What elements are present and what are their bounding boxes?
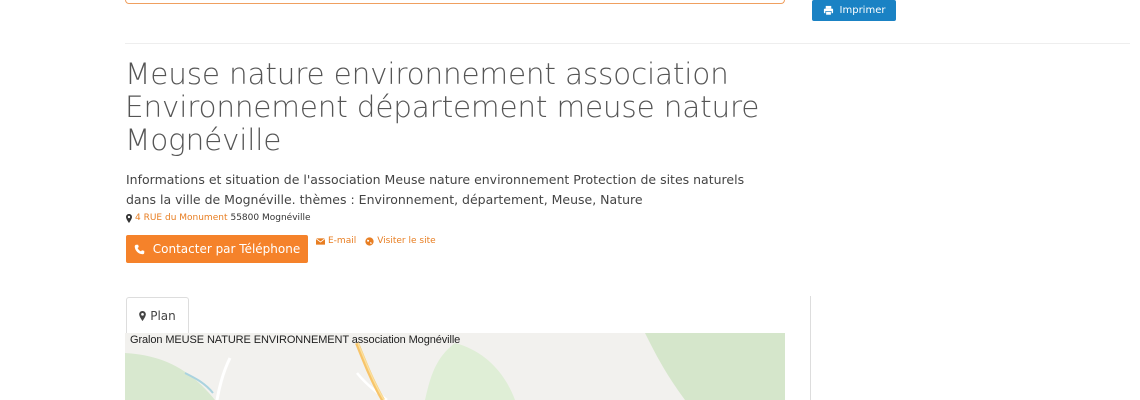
page-title: Meuse nature environnement association E… (125, 58, 825, 157)
address: 4 RUE du Monument 55800 Mognéville (126, 213, 311, 223)
divider (125, 43, 1130, 44)
map-view[interactable]: Gralon MEUSE NATURE ENVIRONNEMENT associ… (125, 333, 785, 400)
map-marker-icon (126, 213, 132, 223)
tab-plan-label: Plan (150, 309, 176, 323)
website-link[interactable]: Visiter le site (365, 236, 436, 246)
address-street-link[interactable]: 4 RUE du Monument (135, 213, 227, 223)
description: Informations et situation de l'associati… (126, 172, 745, 207)
address-city: 55800 Mognéville (230, 213, 311, 223)
tab-plan[interactable]: Plan (126, 297, 189, 334)
search-box-frame (125, 0, 785, 4)
contact-phone-label: Contacter par Téléphone (152, 242, 301, 256)
envelope-icon (316, 237, 325, 245)
title-line-3: Mognéville (125, 123, 282, 157)
title-line-2: Environnement département meuse nature (125, 90, 760, 124)
globe-icon (365, 236, 374, 246)
map-marker-icon (139, 311, 147, 321)
contact-links: E-mail Visiter le site (316, 236, 436, 246)
contact-phone-button[interactable]: Contacter par Téléphone (126, 235, 308, 263)
email-label: E-mail (328, 236, 357, 246)
phone-icon (134, 244, 145, 254)
sidebar-divider (810, 296, 811, 400)
website-label: Visiter le site (377, 236, 436, 246)
map-caption: Gralon MEUSE NATURE ENVIRONNEMENT associ… (130, 334, 461, 346)
print-icon (823, 5, 833, 16)
email-link[interactable]: E-mail (316, 236, 356, 246)
print-label: Imprimer (839, 5, 886, 16)
title-line-1: Meuse nature environnement association (125, 57, 729, 91)
print-button[interactable]: Imprimer (812, 0, 896, 21)
